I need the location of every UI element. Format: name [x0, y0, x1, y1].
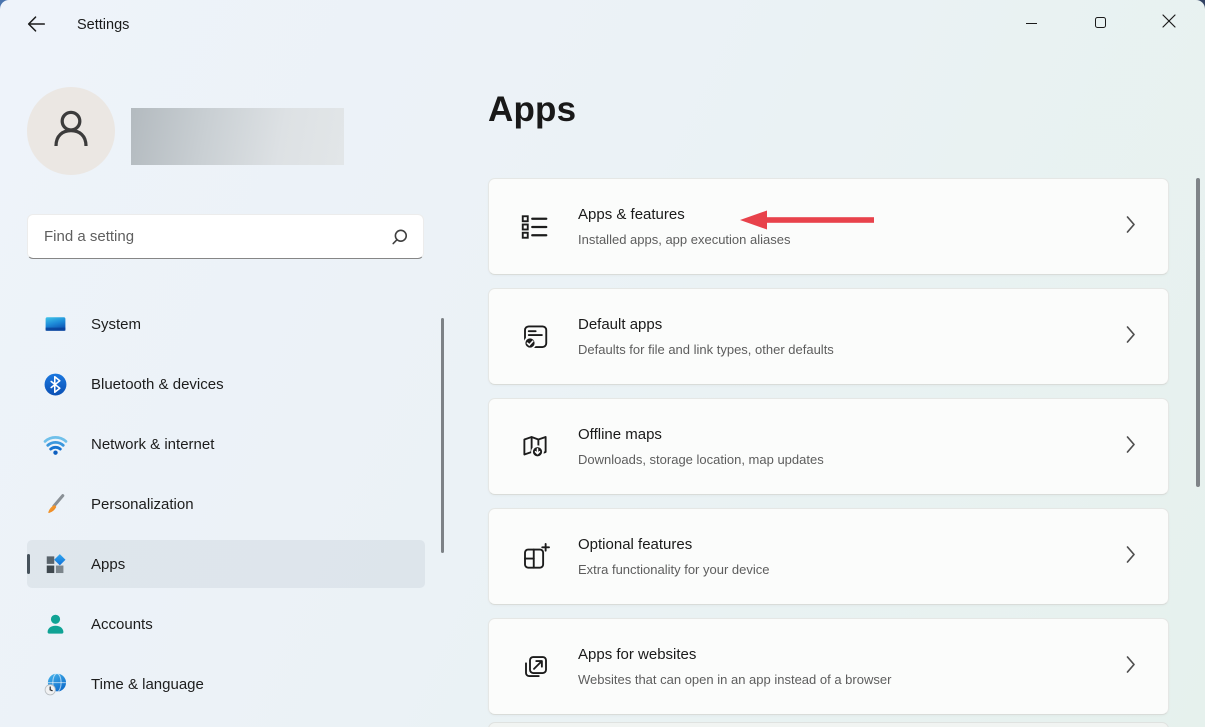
red-arrow-annotation: [739, 209, 875, 236]
card-subtitle: Extra functionality for your device: [578, 561, 769, 579]
sidebar-item-label: Network & internet: [91, 436, 214, 453]
sidebar-item-label: Accounts: [91, 616, 153, 633]
sidebar-item-label: Bluetooth & devices: [91, 376, 224, 393]
sidebar-item-bluetooth-devices[interactable]: Bluetooth & devices: [27, 360, 425, 408]
card-optional-features[interactable]: Optional features Extra functionality fo…: [488, 508, 1169, 605]
bluetooth-icon: [43, 372, 68, 397]
network-icon: [43, 432, 68, 457]
sidebar-item-system[interactable]: System: [27, 300, 425, 348]
apps-icon: [43, 552, 68, 577]
titlebar: Settings: [0, 0, 1205, 48]
chevron-right-icon: [1126, 435, 1136, 458]
sidebar-item-accounts[interactable]: Accounts: [27, 600, 425, 648]
sidebar-scrollbar[interactable]: [441, 318, 444, 553]
card-title: Offline maps: [578, 425, 824, 445]
maximize-button[interactable]: [1077, 0, 1123, 44]
close-icon: [1162, 14, 1176, 31]
settings-window: Settings: [0, 0, 1205, 727]
apps-for-websites-icon: [520, 652, 550, 682]
accounts-icon: [43, 612, 68, 637]
user-name-redacted: [131, 108, 344, 165]
card-title: Apps for websites: [578, 645, 891, 665]
sidebar-item-label: System: [91, 316, 141, 333]
back-arrow-icon: [25, 13, 47, 38]
chevron-right-icon: [1126, 655, 1136, 678]
main-scrollbar[interactable]: [1196, 178, 1200, 487]
chevron-right-icon: [1126, 325, 1136, 348]
person-icon: [41, 99, 101, 164]
personalization-icon: [43, 492, 68, 517]
sidebar-item-label: Time & language: [91, 676, 204, 693]
minimize-button[interactable]: [1008, 0, 1054, 44]
sidebar-item-time-language[interactable]: Time & language: [27, 660, 425, 708]
card-subtitle: Websites that can open in an app instead…: [578, 671, 891, 689]
close-button[interactable]: [1146, 0, 1192, 44]
system-icon: [43, 312, 68, 337]
sidebar-item-network-internet[interactable]: Network & internet: [27, 420, 425, 468]
sidebar-item-label: Personalization: [91, 496, 194, 513]
apps-features-icon: [520, 212, 550, 242]
chevron-right-icon: [1126, 545, 1136, 568]
card-offline-maps[interactable]: Offline maps Downloads, storage location…: [488, 398, 1169, 495]
page-title: Apps: [488, 90, 576, 130]
sidebar-item-label: Apps: [91, 556, 125, 573]
sidebar-item-apps[interactable]: Apps: [27, 540, 425, 588]
sidebar-nav: System Bluetooth & devices: [27, 300, 425, 720]
chevron-right-icon: [1126, 215, 1136, 238]
card-title: Default apps: [578, 315, 834, 335]
card-subtitle: Downloads, storage location, map updates: [578, 451, 824, 469]
search-box: [27, 214, 424, 259]
optional-features-icon: [520, 542, 550, 572]
search-icon: [389, 227, 410, 248]
card-apps-and-features[interactable]: Apps & features Installed apps, app exec…: [488, 178, 1169, 275]
card-subtitle: Defaults for file and link types, other …: [578, 341, 834, 359]
minimize-icon: [1026, 23, 1037, 24]
card-title: Optional features: [578, 535, 769, 555]
time-language-icon: [43, 672, 68, 697]
card-partial-next[interactable]: [488, 722, 1169, 727]
default-apps-icon: [520, 322, 550, 352]
sidebar-item-personalization[interactable]: Personalization: [27, 480, 425, 528]
maximize-icon: [1095, 17, 1106, 28]
avatar[interactable]: [27, 87, 115, 175]
offline-maps-icon: [520, 432, 550, 462]
card-apps-for-websites[interactable]: Apps for websites Websites that can open…: [488, 618, 1169, 715]
search-input[interactable]: [28, 215, 423, 258]
card-default-apps[interactable]: Default apps Defaults for file and link …: [488, 288, 1169, 385]
window-title: Settings: [77, 0, 129, 48]
back-button[interactable]: [17, 9, 55, 41]
